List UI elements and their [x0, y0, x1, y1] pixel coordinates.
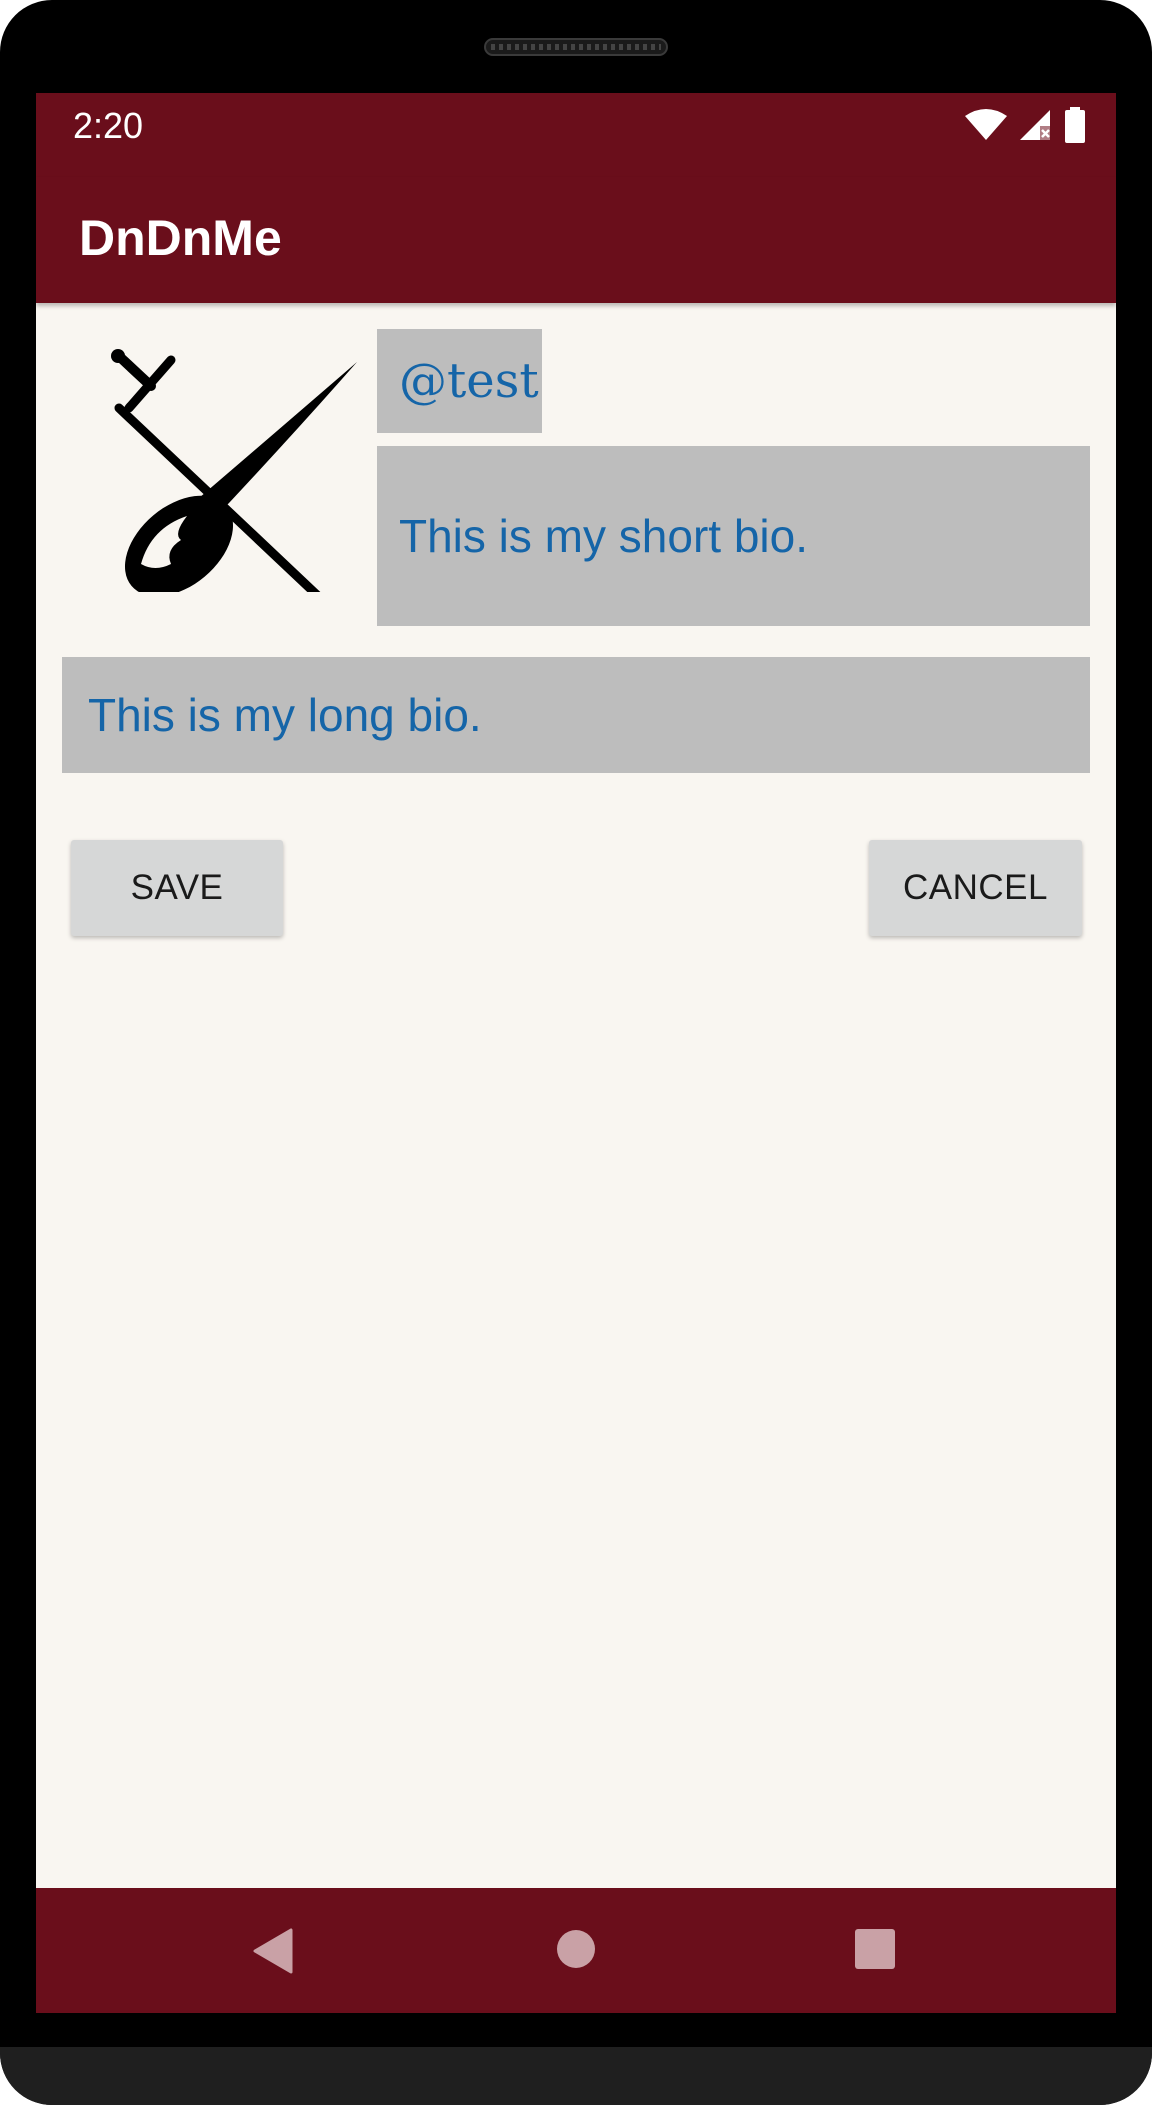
sword-comet-logo-icon: [111, 349, 357, 600]
long-bio-field[interactable]: This is my long bio.: [62, 657, 1090, 773]
app-bar: DnDnMe: [36, 177, 1116, 303]
save-button[interactable]: SAVE: [71, 840, 283, 936]
screen: 2:20 DnDnMe @test This is my short bio. …: [36, 93, 1116, 2013]
username-field[interactable]: @test: [377, 329, 542, 433]
back-icon[interactable]: [253, 1928, 293, 1974]
navigation-bar: [36, 1888, 1116, 2013]
app-title: DnDnMe: [79, 210, 282, 266]
recents-icon[interactable]: [854, 1928, 896, 1970]
short-bio-field[interactable]: This is my short bio.: [377, 446, 1090, 626]
device-chin: [0, 2047, 1152, 2105]
device-frame: 2:20 DnDnMe @test This is my short bio. …: [0, 0, 1152, 2105]
wifi-icon: [965, 109, 1007, 140]
battery-icon: [1065, 107, 1085, 143]
speaker-grille: [484, 38, 668, 56]
status-bar: 2:20: [36, 93, 1116, 177]
status-time: 2:20: [73, 105, 144, 146]
home-icon[interactable]: [555, 1928, 597, 1970]
status-icons: [964, 107, 1086, 143]
avatar[interactable]: [69, 328, 369, 600]
cellular-signal-icon: [1020, 110, 1050, 140]
cancel-button[interactable]: CANCEL: [869, 840, 1082, 936]
